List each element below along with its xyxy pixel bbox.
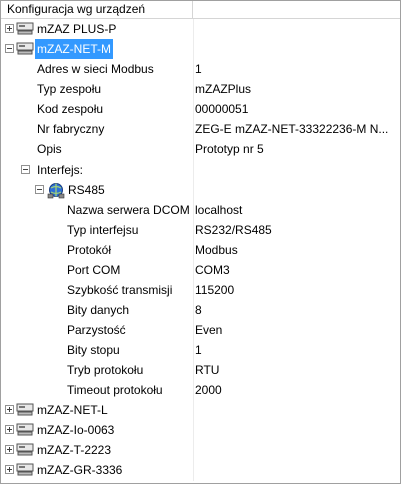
property-label: Opis xyxy=(37,142,62,156)
property-label: Typ interfejsu xyxy=(67,223,139,237)
expand-icon[interactable] xyxy=(5,24,14,33)
device-label: mZAZ-GR-3336 xyxy=(37,463,123,477)
property-value: Prototyp nr 5 xyxy=(195,142,264,156)
property-value: localhost xyxy=(195,203,243,217)
collapse-icon[interactable] xyxy=(5,44,14,53)
property-value: RTU xyxy=(195,363,220,377)
property-row[interactable]: Bity stopu 1 xyxy=(1,340,400,360)
rs485-label: RS485 xyxy=(68,183,105,197)
device-icon xyxy=(16,403,34,416)
property-row[interactable]: Opis Prototyp nr 5 xyxy=(1,139,400,159)
property-row[interactable]: Timeout protokołu 2000 xyxy=(1,380,400,400)
property-label: Bity danych xyxy=(67,303,130,317)
property-value: RS232/RS485 xyxy=(195,223,272,237)
property-value: mZAZPlus xyxy=(195,82,252,96)
interfaces-label: Interfejs: xyxy=(37,163,84,177)
device-label: mZAZ-NET-M xyxy=(35,39,113,59)
property-row[interactable]: Bity danych 8 xyxy=(1,300,400,320)
property-value: 00000051 xyxy=(195,102,249,116)
device-label: mZAZ-T-2223 xyxy=(37,443,112,457)
header-device-config[interactable]: Konfiguracja wg urządzeń xyxy=(1,1,193,18)
device-icon xyxy=(16,423,34,436)
header-value[interactable] xyxy=(193,1,400,18)
tree-row-interfaces[interactable]: Interfejs: xyxy=(1,160,400,180)
property-label: Typ zespołu xyxy=(37,82,102,96)
device-icon xyxy=(16,22,34,35)
tree-row-device[interactable]: mZAZ PLUS-P xyxy=(1,19,400,39)
property-value: COM3 xyxy=(195,263,230,277)
tree-row-device[interactable]: mZAZ-T-2223 xyxy=(1,440,400,460)
property-row[interactable]: Kod zespołu 00000051 xyxy=(1,99,400,119)
expand-icon[interactable] xyxy=(5,445,14,454)
property-row[interactable]: Nr fabryczny ZEG-E mZAZ-NET-33322236-M N… xyxy=(1,119,400,139)
expand-icon[interactable] xyxy=(5,405,14,414)
property-value: 2000 xyxy=(195,383,222,397)
property-label: Adres w sieci Modbus xyxy=(37,62,154,76)
property-label: Timeout protokołu xyxy=(67,383,163,397)
network-icon xyxy=(47,183,65,199)
property-label: Protokół xyxy=(67,243,112,257)
collapse-icon[interactable] xyxy=(21,165,30,174)
property-value: 8 xyxy=(195,303,202,317)
property-label: Port COM xyxy=(67,263,121,277)
device-label: mZAZ-NET-L xyxy=(37,403,108,417)
property-value: Even xyxy=(195,323,223,337)
collapse-icon[interactable] xyxy=(35,185,44,194)
property-value: ZEG-E mZAZ-NET-33322236-M N... xyxy=(195,122,389,136)
property-row[interactable]: Typ zespołu mZAZPlus xyxy=(1,79,400,99)
device-icon xyxy=(16,443,34,456)
device-label: mZAZ-Io-0063 xyxy=(37,423,115,437)
device-label: mZAZ PLUS-P xyxy=(37,22,117,36)
tree-row-device[interactable]: mZAZ-Io-0063 xyxy=(1,420,400,440)
property-label: Parzystość xyxy=(67,323,126,337)
expand-icon[interactable] xyxy=(5,425,14,434)
property-row[interactable]: Tryb protokołu RTU xyxy=(1,360,400,380)
tree-view[interactable]: Konfiguracja wg urządzeń mZAZ PLUS-P mZA… xyxy=(0,0,401,484)
property-value: 1 xyxy=(195,343,202,357)
property-label: Tryb protokołu xyxy=(67,363,144,377)
property-label: Nazwa serwera DCOM xyxy=(67,203,190,217)
property-row[interactable]: Port COM COM3 xyxy=(1,260,400,280)
device-icon xyxy=(16,42,34,55)
expand-icon[interactable] xyxy=(5,465,14,474)
device-icon xyxy=(16,463,34,476)
property-row[interactable]: Szybkość transmisji 115200 xyxy=(1,280,400,300)
column-header: Konfiguracja wg urządzeń xyxy=(1,1,400,19)
property-label: Kod zespołu xyxy=(37,102,104,116)
tree-row-device[interactable]: mZAZ-NET-L xyxy=(1,400,400,420)
property-value: 115200 xyxy=(195,283,235,297)
property-row[interactable]: Nazwa serwera DCOM localhost xyxy=(1,200,400,220)
tree-row-rs485[interactable]: RS485 xyxy=(1,180,400,200)
property-row[interactable]: Protokół Modbus xyxy=(1,240,400,260)
property-value: Modbus xyxy=(195,243,238,257)
property-value: 1 xyxy=(195,62,202,76)
property-label: Szybkość transmisji xyxy=(67,283,173,297)
property-label: Nr fabryczny xyxy=(37,122,105,136)
property-row[interactable]: Adres w sieci Modbus 1 xyxy=(1,59,400,79)
tree-row-device-selected[interactable]: mZAZ-NET-M xyxy=(1,39,400,59)
property-row[interactable]: Typ interfejsu RS232/RS485 xyxy=(1,220,400,240)
tree-row-device[interactable]: mZAZ-GR-3336 xyxy=(1,460,400,480)
property-row[interactable]: Parzystość Even xyxy=(1,320,400,340)
property-label: Bity stopu xyxy=(67,343,120,357)
